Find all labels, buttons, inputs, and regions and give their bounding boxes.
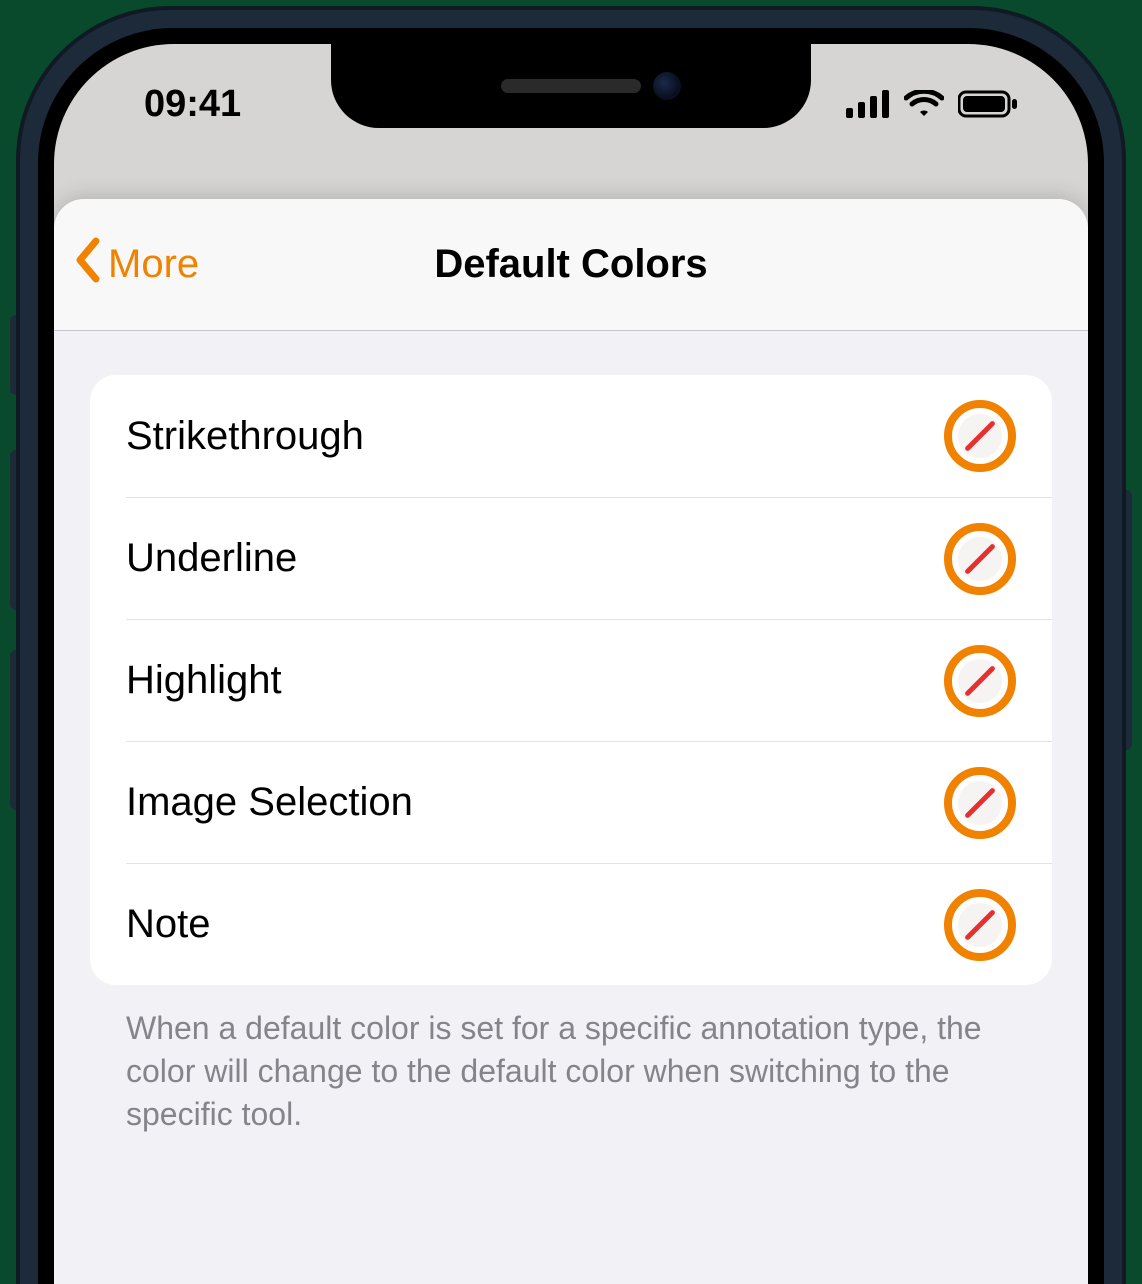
no-color-swatch-icon — [944, 523, 1016, 595]
phone-screen: 09:41 — [54, 44, 1088, 1284]
content: Strikethrough Underline Highlight — [54, 331, 1088, 1137]
no-color-swatch-icon — [944, 889, 1016, 961]
battery-icon — [958, 90, 1018, 118]
row-label: Note — [126, 902, 211, 947]
no-color-swatch-icon — [944, 645, 1016, 717]
section-footer: When a default color is set for a specif… — [90, 985, 1052, 1137]
wifi-icon — [904, 90, 944, 118]
row-image-selection[interactable]: Image Selection — [126, 741, 1052, 863]
settings-group: Strikethrough Underline Highlight — [90, 375, 1052, 985]
row-strikethrough[interactable]: Strikethrough — [90, 375, 1052, 497]
status-time: 09:41 — [144, 83, 241, 126]
phone-body: 09:41 — [20, 10, 1122, 1284]
settings-sheet: More Default Colors Strikethrough Underl… — [54, 199, 1088, 1284]
row-label: Underline — [126, 536, 297, 581]
chevron-left-icon — [72, 237, 102, 293]
back-label: More — [108, 242, 199, 287]
nav-bar: More Default Colors — [54, 199, 1088, 331]
row-label: Strikethrough — [126, 414, 364, 459]
row-label: Image Selection — [126, 780, 413, 825]
phone-bezel: 09:41 — [38, 28, 1104, 1284]
phone-notch — [331, 44, 811, 128]
phone-front-camera — [653, 72, 681, 100]
cellular-signal-icon — [846, 90, 890, 118]
row-highlight[interactable]: Highlight — [126, 619, 1052, 741]
status-icons — [846, 90, 1018, 118]
no-color-swatch-icon — [944, 767, 1016, 839]
no-color-swatch-icon — [944, 400, 1016, 472]
row-note[interactable]: Note — [126, 863, 1052, 985]
page-title: Default Colors — [54, 242, 1088, 287]
row-underline[interactable]: Underline — [126, 497, 1052, 619]
row-label: Highlight — [126, 658, 282, 703]
phone-speaker — [501, 79, 641, 93]
back-button[interactable]: More — [54, 237, 199, 293]
